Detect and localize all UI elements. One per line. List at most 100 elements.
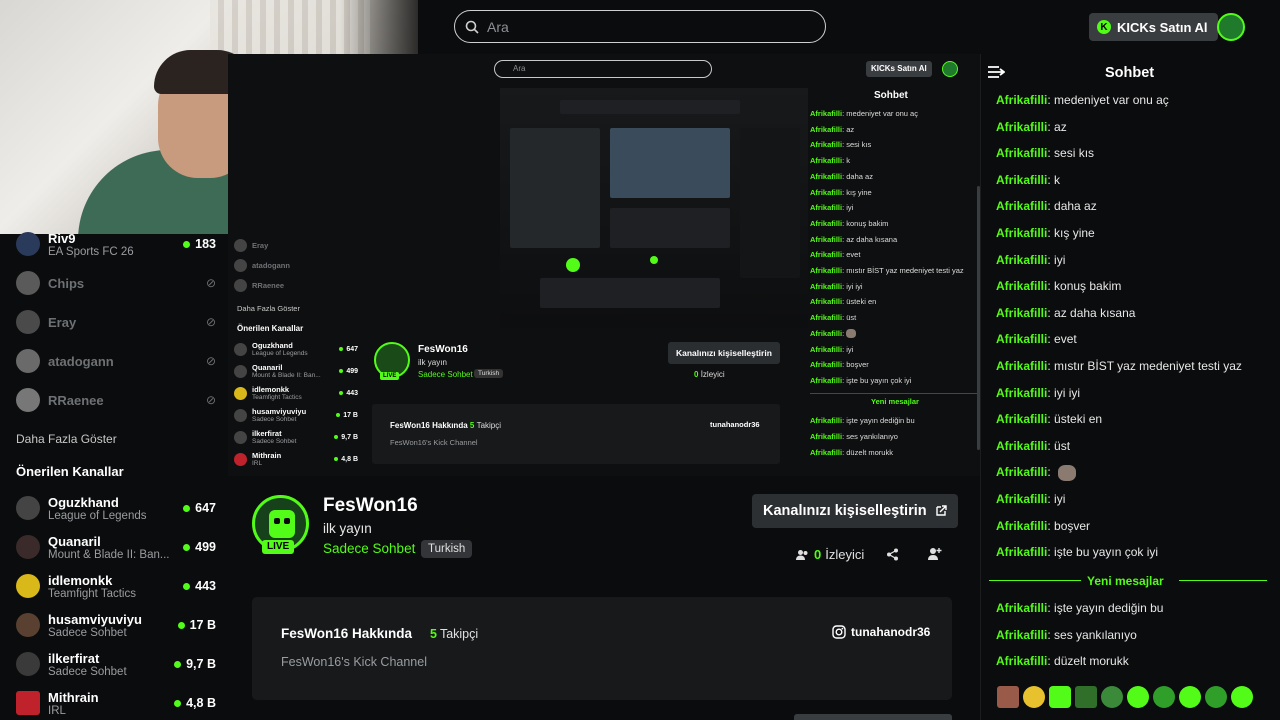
chat-text: üst	[1054, 438, 1071, 453]
chat-text: k	[1054, 172, 1061, 187]
chat-username[interactable]: Afrikafilli	[996, 545, 1047, 559]
follow-icon[interactable]	[928, 547, 942, 560]
instagram-link[interactable]: tunahanodr36	[832, 625, 930, 639]
chat-message: Afrikafilli: kış yine	[996, 225, 1095, 240]
chat-username[interactable]: Afrikafilli	[996, 465, 1047, 479]
sidebar-rec-idlemonkk[interactable]: idlemonkk Teamfight Tactics 443	[16, 568, 216, 604]
nested-chat-text: k	[846, 156, 851, 166]
nested-chat-text: üst	[846, 313, 857, 323]
nested-chat-username: Afrikafilli	[810, 447, 843, 457]
nested-chat-text: boşver	[846, 360, 869, 370]
viewer-count: 17 B	[177, 618, 216, 632]
chat-username[interactable]: Afrikafilli	[996, 173, 1047, 187]
chat-username[interactable]: Afrikafilli	[996, 492, 1047, 506]
chat-message: Afrikafilli: az daha kısana	[996, 305, 1136, 320]
nested-chat-message: Afrikafilli: mıstır BİST yaz medeniyet t…	[810, 266, 964, 276]
nested-chat-text: iyi	[846, 344, 854, 354]
nested-chat-message: Afrikafilli: evet	[810, 250, 861, 260]
sidebar-channel-atadogann[interactable]: atadogann ⊘	[16, 343, 216, 379]
chat-username[interactable]: Afrikafilli	[996, 279, 1047, 293]
chat-username[interactable]: Afrikafilli	[996, 386, 1047, 400]
chat-username[interactable]: Afrikafilli	[996, 253, 1047, 267]
category-link[interactable]: Sadece Sohbet	[323, 541, 415, 556]
emote-icon[interactable]	[1023, 686, 1045, 708]
nested-chat-text: mıstır BİST yaz medeniyet testi yaz	[846, 266, 964, 276]
sidebar-channel-chips[interactable]: Chips ⊘	[16, 265, 216, 301]
chat-scrollbar[interactable]	[977, 186, 980, 450]
sidebar-rec-ilkerfirat[interactable]: ilkerfirat Sadece Sohbet 9,7 B	[16, 646, 216, 682]
chat-text: daha az	[1054, 199, 1097, 214]
emote-icon[interactable]	[1231, 686, 1253, 708]
chat-collapse-icon[interactable]	[987, 65, 1005, 79]
sidebar-rec-oguzkhand[interactable]: Oguzkhand League of Legends 647	[16, 490, 216, 526]
stream-title: ilk yayın	[323, 521, 372, 536]
emote-icon[interactable]	[1127, 686, 1149, 708]
channel-avatar	[16, 496, 40, 520]
chat-username[interactable]: Afrikafilli	[996, 332, 1047, 346]
emote-icon[interactable]	[1101, 686, 1123, 708]
nested-instagram: tunahanodr36	[710, 420, 760, 429]
nested-chat-username: Afrikafilli	[810, 281, 843, 291]
emote-icon[interactable]	[1049, 686, 1071, 708]
nested-chat-message: Afrikafilli: kış yine	[810, 187, 872, 197]
emote-icon[interactable]	[1153, 686, 1175, 708]
live-badge: LIVE	[262, 540, 295, 554]
nested-chat-message: Afrikafilli: üst	[810, 313, 857, 323]
nested-recommended-title: Önerilen Kanallar	[237, 324, 304, 333]
chat-text: iyi	[1054, 491, 1066, 506]
sidebar-channel-riv9[interactable]: Riv9 EA Sports FC 26 183	[16, 226, 216, 262]
nested-chat-text: kış yine	[846, 187, 872, 197]
user-avatar-icon[interactable]	[1217, 13, 1245, 41]
chat-username[interactable]: Afrikafilli	[996, 439, 1047, 453]
nested-chat-text: evet	[846, 250, 861, 260]
channel-name[interactable]: FesWon16	[323, 495, 418, 517]
nested-new-messages-label: Yeni mesajlar	[810, 392, 980, 410]
nested-chat-message: Afrikafilli: daha az	[810, 171, 873, 181]
nested-chat-text: işte yayın dediğin bu	[846, 416, 915, 426]
chat-message: Afrikafilli: boşver	[996, 518, 1091, 533]
search-input[interactable]: Ara	[454, 10, 826, 43]
language-badge[interactable]: Turkish	[421, 540, 473, 558]
emote-icon[interactable]	[1179, 686, 1201, 708]
chat-username[interactable]: Afrikafilli	[996, 359, 1047, 373]
chat-username[interactable]: Afrikafilli	[996, 199, 1047, 213]
chat-username[interactable]: Afrikafilli	[996, 601, 1047, 615]
show-more-link[interactable]: Daha Fazla Göster	[16, 432, 117, 446]
chat-message: Afrikafilli: daha az	[996, 199, 1097, 214]
chat-text: işte yayın dediğin bu	[1054, 601, 1164, 615]
customize-channel-button[interactable]: Kanalınızı kişiselleştirin	[752, 494, 958, 528]
chat-text: medeniyet var onu aç	[1054, 93, 1169, 107]
sidebar-channel-eray[interactable]: Eray ⊘	[16, 304, 216, 340]
sidebar-channel-rraenee[interactable]: RRaenee ⊘	[16, 382, 216, 418]
chat-username[interactable]: Afrikafilli	[996, 654, 1047, 668]
chat-text: üsteki en	[1054, 412, 1103, 427]
chat-username[interactable]: Afrikafilli	[996, 519, 1047, 533]
nested-chat-username: Afrikafilli	[810, 328, 843, 338]
emote-icon[interactable]	[1075, 686, 1097, 708]
sidebar-rec-quanaril[interactable]: Quanaril Mount & Blade II: Ban... 499	[16, 529, 216, 565]
chat-username[interactable]: Afrikafilli	[996, 120, 1047, 134]
sidebar-rec-husamviyuviyu[interactable]: husamviyuviyu Sadece Sohbet 17 B	[16, 607, 216, 643]
sidebar-rec-mithrain[interactable]: Mithrain IRL 4,8 B	[16, 685, 216, 720]
chat-username[interactable]: Afrikafilli	[996, 412, 1047, 426]
nested-chat-username: Afrikafilli	[810, 297, 843, 307]
share-icon[interactable]	[886, 548, 899, 561]
buy-kicks-button[interactable]: K KICKs Satın Al	[1089, 13, 1218, 41]
chat-username[interactable]: Afrikafilli	[996, 146, 1047, 160]
nested-about-title: FesWon16 Hakkında 5 Takipçi	[390, 421, 502, 430]
nested-chat-message: Afrikafilli: işte yayın dediğin bu	[810, 416, 915, 426]
chat-text: ses yankılanıyo	[1054, 627, 1137, 642]
chat-message: Afrikafilli: k	[996, 172, 1061, 187]
emote-icon[interactable]	[1205, 686, 1227, 708]
nested-chat-username: Afrikafilli	[810, 313, 843, 323]
emote-icon[interactable]	[997, 686, 1019, 708]
chat-username[interactable]: Afrikafilli	[996, 306, 1047, 320]
nested-chat-message: Afrikafilli: az	[810, 124, 855, 134]
chat-username[interactable]: Afrikafilli	[996, 93, 1047, 107]
bottom-scroll-handle[interactable]	[794, 714, 952, 720]
follower-count: 5 Takipçi	[430, 627, 479, 641]
nested-sidebar: Eray atadogann RRaenee Daha Fazla Göster…	[234, 234, 358, 474]
chat-username[interactable]: Afrikafilli	[996, 226, 1047, 240]
chat-username[interactable]: Afrikafilli	[996, 628, 1047, 642]
nested-chat-message: Afrikafilli: işte bu yayın çok iyi	[810, 375, 912, 385]
